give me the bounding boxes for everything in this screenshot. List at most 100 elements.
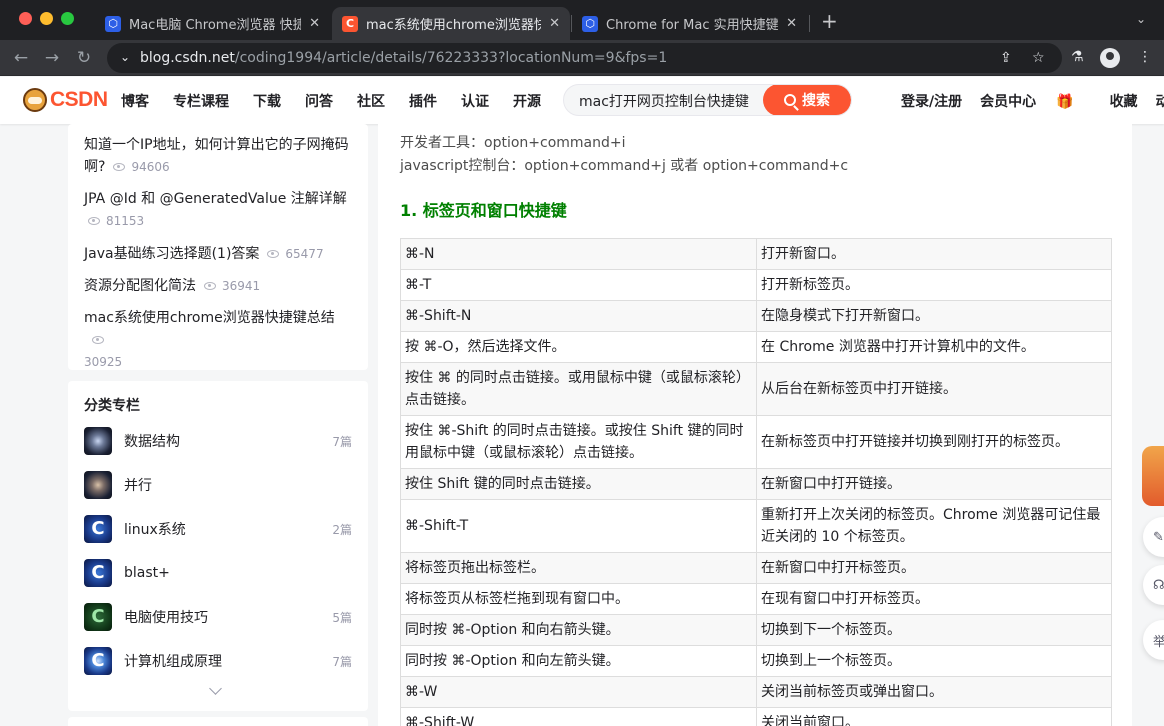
- shortcut-table: ⌘-N 打开新窗口。 ⌘-T 打开新标签页。 ⌘-Shift-N 在隐身模式下打开新窗口。…: [400, 238, 1112, 726]
- category-item[interactable]: C 电脑使用技巧 5篇: [84, 603, 352, 631]
- shortcut-action-cell: 在新窗口中打开标签页。: [756, 552, 1112, 584]
- window-close-button[interactable]: [19, 12, 32, 25]
- shortcut-key-cell: 同时按 ⌘-Option 和向右箭头键。: [400, 614, 757, 646]
- shortcut-action-cell: 从后台在新标签页中打开链接。: [756, 362, 1112, 416]
- new-tab-icon[interactable]: +: [821, 9, 838, 33]
- hot-article-title[interactable]: 资源分配图化简法: [84, 278, 196, 294]
- category-item[interactable]: 数据结构 7篇: [84, 427, 352, 455]
- nav-item[interactable]: 插件: [409, 91, 437, 111]
- nav-item[interactable]: 问答: [305, 91, 333, 111]
- table-row: 按 ⌘-O，然后选择文件。在 Chrome 浏览器中打开计算机中的文件。: [400, 331, 1112, 363]
- category-name: 电脑使用技巧: [124, 610, 208, 626]
- logo-text: CSDN: [50, 88, 108, 111]
- table-row: ⌘-Shift-W 关闭当前窗口。: [400, 707, 1112, 726]
- header-right-links: 登录/注册 会员中心 🎁 收藏 动态: [901, 91, 1164, 111]
- window-zoom-button[interactable]: [61, 12, 74, 25]
- float-widget-report[interactable]: 举: [1143, 620, 1164, 660]
- search-button-label: 搜索: [802, 93, 830, 109]
- eye-icon: [204, 282, 216, 290]
- table-row: ⌘-T 打开新标签页。: [400, 269, 1112, 301]
- eye-icon: [113, 163, 126, 171]
- edit-icon: ✎: [1153, 529, 1164, 545]
- site-info-chevron-icon[interactable]: ⌄: [117, 49, 133, 65]
- nav-item[interactable]: 社区: [357, 91, 385, 111]
- window-minimize-button[interactable]: [40, 12, 53, 25]
- table-row: 按住 Shift 键的同时点击链接。 在新窗口中打开链接。: [400, 468, 1112, 500]
- float-widget-support[interactable]: ☊: [1143, 565, 1164, 605]
- mascot-icon: [1142, 446, 1164, 506]
- main-nav: 博客 专栏课程 下载 问答 社区 插件 认证 开源: [121, 91, 565, 111]
- shortcut-key-cell: ⌘-Shift-N: [400, 300, 757, 332]
- category-item[interactable]: 并行: [84, 471, 352, 499]
- vip-center-label: 会员中心: [980, 94, 1037, 110]
- mascot-widget[interactable]: [1142, 446, 1164, 506]
- back-arrow-icon[interactable]: ←: [9, 46, 33, 70]
- profile-avatar-icon[interactable]: [1100, 48, 1120, 68]
- favorites-link[interactable]: 收藏: [1110, 91, 1138, 111]
- csdn-mascot-icon: [23, 88, 47, 112]
- shortcut-key-cell: 按住 Shift 键的同时点击链接。: [400, 468, 757, 500]
- view-count: 81153: [106, 214, 145, 228]
- galaxy-thumbnail-icon: [84, 427, 112, 455]
- nav-item[interactable]: 专栏课程: [173, 91, 229, 111]
- tab-title: Chrome for Mac 实用快捷键-百: [606, 18, 779, 33]
- close-icon[interactable]: ✕: [309, 16, 320, 31]
- shortcut-key-cell: ⌘-T: [400, 269, 757, 301]
- browser-tab[interactable]: ⬡ Chrome for Mac 实用快捷键-百 ✕: [572, 7, 807, 40]
- float-widget-edit[interactable]: ✎: [1143, 517, 1164, 557]
- category-item[interactable]: C 计算机组成原理 7篇: [84, 647, 352, 675]
- hot-article-item[interactable]: Java基础练习选择题(1)答案 65477: [84, 243, 356, 265]
- view-count: 36941: [222, 279, 261, 293]
- nav-item[interactable]: 博客: [121, 91, 149, 111]
- hot-article-item[interactable]: 知道一个IP地址，如何计算出它的子网掩码啊? 94606: [84, 134, 356, 178]
- nav-item[interactable]: 下载: [253, 91, 281, 111]
- address-bar[interactable]: ⌄ blog.csdn.net/coding1994/article/detai…: [107, 43, 1062, 73]
- tab-separator: [809, 15, 810, 32]
- category-item[interactable]: C linux系统 2篇: [84, 515, 352, 543]
- table-row: ⌘-Shift-T 重新打开上次关闭的标签页。Chrome 浏览器可记住最近关闭的…: [400, 499, 1112, 553]
- search-button[interactable]: 搜索: [763, 85, 851, 115]
- forward-arrow-icon[interactable]: →: [40, 46, 64, 70]
- hot-article-title[interactable]: Java基础练习选择题(1)答案: [84, 246, 259, 262]
- shortcut-key-cell: 按 ⌘-O，然后选择文件。: [400, 331, 757, 363]
- share-icon[interactable]: ⇪: [1000, 50, 1012, 66]
- tab-title: Mac电脑 Chrome浏览器 快捷键: [129, 18, 302, 33]
- shortcut-action-cell: 在隐身模式下打开新窗口。: [756, 300, 1112, 332]
- shortcut-key-cell: ⌘-W: [400, 676, 757, 708]
- tab-search-chevron-icon[interactable]: ⌄: [1136, 12, 1146, 26]
- shortcut-key-cell: 将标签页拖出标签栏。: [400, 552, 757, 584]
- sidebar-card-partial: [68, 717, 368, 726]
- eye-icon: [88, 217, 100, 225]
- nav-item[interactable]: 开源: [513, 91, 541, 111]
- article-content: 开发者工具：option+command+i javascript控制台：opt…: [378, 124, 1132, 726]
- hot-article-title[interactable]: JPA @Id 和 @GeneratedValue 注解详解: [84, 191, 347, 207]
- table-row: ⌘-W 关闭当前标签页或弹出窗口。: [400, 676, 1112, 708]
- expand-chevron-down-icon[interactable]: [209, 682, 222, 695]
- search-input[interactable]: mac打开网页控制台快捷键: [579, 91, 749, 111]
- activity-link[interactable]: 动态: [1156, 91, 1164, 111]
- reload-icon[interactable]: ↻: [72, 46, 96, 70]
- bookmark-star-icon[interactable]: ☆: [1032, 50, 1045, 66]
- category-item[interactable]: C blast+: [84, 559, 352, 587]
- hot-article-title[interactable]: mac系统使用chrome浏览器快捷键总结: [84, 310, 335, 326]
- url-text[interactable]: blog.csdn.net/coding1994/article/details…: [140, 50, 667, 66]
- hot-article-item[interactable]: JPA @Id 和 @GeneratedValue 注解详解 81153: [84, 188, 356, 232]
- vip-center-link[interactable]: 会员中心 🎁: [980, 91, 1091, 111]
- browser-tab[interactable]: ⬡ Mac电脑 Chrome浏览器 快捷键 ✕: [95, 7, 330, 40]
- csdn-logo[interactable]: CSDN: [23, 88, 108, 112]
- hot-article-item[interactable]: 资源分配图化简法 36941: [84, 275, 356, 297]
- login-register-link[interactable]: 登录/注册: [901, 91, 962, 111]
- browser-tab-active[interactable]: C mac系统使用chrome浏览器快捷 ✕: [332, 7, 570, 40]
- lab-flask-icon[interactable]: ⚗: [1071, 49, 1084, 65]
- close-icon[interactable]: ✕: [786, 16, 797, 31]
- site-header: CSDN 博客 专栏课程 下载 问答 社区 插件 认证 开源 mac打开网页控制…: [0, 77, 1164, 124]
- category-count: 2篇: [332, 522, 352, 537]
- nav-item[interactable]: 认证: [461, 91, 489, 111]
- article-line: javascript控制台：option+command+j 或者 option…: [400, 158, 849, 174]
- more-menu-icon[interactable]: ⋮: [1138, 49, 1152, 65]
- table-row: 将标签页拖出标签栏。 在新窗口中打开标签页。: [400, 552, 1112, 584]
- hot-article-item[interactable]: mac系统使用chrome浏览器快捷键总结 30925: [84, 307, 356, 373]
- close-icon[interactable]: ✕: [549, 16, 560, 31]
- c-green-thumbnail-icon: C: [84, 603, 112, 631]
- shortcut-action-cell: 在现有窗口中打开标签页。: [756, 583, 1112, 615]
